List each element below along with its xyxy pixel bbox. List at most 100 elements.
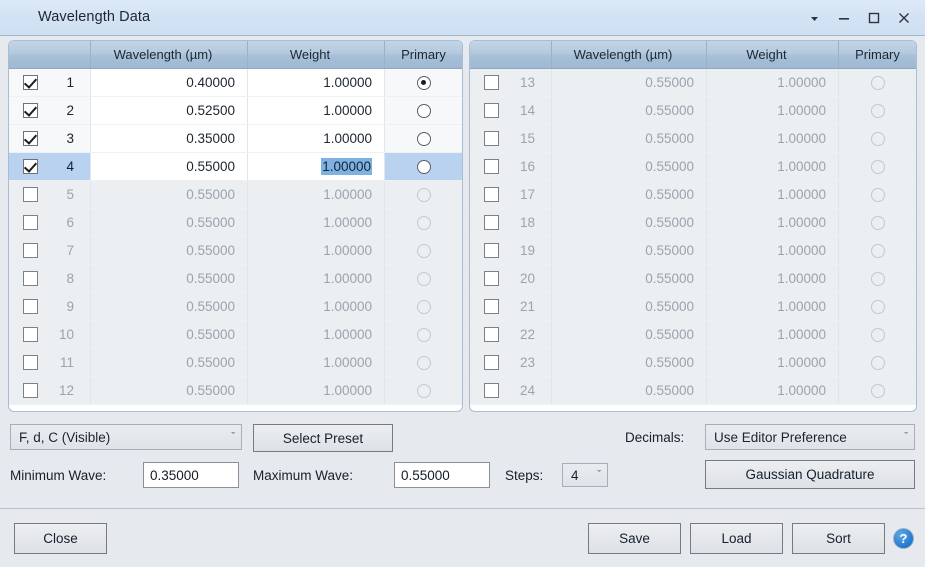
table-row[interactable]: 20 0.55000 1.00000 [470,265,916,293]
row-enable-checkbox[interactable] [23,159,38,174]
table-row[interactable]: 18 0.55000 1.00000 [470,209,916,237]
table-row[interactable]: 12 0.55000 1.00000 [9,377,462,405]
primary-radio[interactable] [870,327,885,342]
row-enable-checkbox[interactable] [23,215,38,230]
weight-cell[interactable]: 1.00000 [248,321,385,348]
wavelength-cell[interactable]: 0.55000 [91,377,248,404]
wavelength-cell[interactable]: 0.55000 [91,349,248,376]
weight-cell[interactable]: 1.00000 [248,97,385,124]
row-enable-checkbox[interactable] [484,131,499,146]
primary-radio[interactable] [870,271,885,286]
table-row[interactable]: 24 0.55000 1.00000 [470,377,916,405]
wavelength-cell[interactable]: 0.55000 [552,293,707,320]
column-header-primary[interactable]: Primary [839,41,916,68]
weight-cell[interactable]: 1.00000 [248,153,385,180]
row-enable-checkbox[interactable] [484,215,499,230]
weight-cell[interactable]: 1.00000 [248,265,385,292]
row-enable-checkbox[interactable] [484,271,499,286]
table-row[interactable]: 3 0.35000 1.00000 [9,125,462,153]
minimize-icon[interactable] [831,6,857,30]
primary-radio[interactable] [416,271,431,286]
row-enable-checkbox[interactable] [484,299,499,314]
steps-select[interactable]: 4 ˇ [562,463,608,487]
primary-radio[interactable] [870,215,885,230]
table-row[interactable]: 5 0.55000 1.00000 [9,181,462,209]
primary-radio[interactable] [416,187,431,202]
weight-cell[interactable]: 1.00000 [248,69,385,96]
wavelength-cell[interactable]: 0.55000 [91,237,248,264]
primary-radio[interactable] [416,355,431,370]
weight-cell[interactable]: 1.00000 [248,209,385,236]
wavelength-cell[interactable]: 0.52500 [91,97,248,124]
weight-cell[interactable]: 1.00000 [248,377,385,404]
wavelength-cell[interactable]: 0.55000 [552,237,707,264]
weight-cell[interactable]: 1.00000 [707,265,839,292]
column-header-index[interactable] [9,41,91,68]
row-enable-checkbox[interactable] [23,271,38,286]
weight-cell[interactable]: 1.00000 [707,209,839,236]
weight-cell[interactable]: 1.00000 [707,125,839,152]
table-row[interactable]: 15 0.55000 1.00000 [470,125,916,153]
wavelength-cell[interactable]: 0.55000 [91,293,248,320]
table-row[interactable]: 4 0.55000 1.00000 [9,153,462,181]
row-enable-checkbox[interactable] [484,383,499,398]
table-row[interactable]: 19 0.55000 1.00000 [470,237,916,265]
wavelength-cell[interactable]: 0.55000 [552,125,707,152]
gaussian-quadrature-button[interactable]: Gaussian Quadrature [705,460,915,489]
row-enable-checkbox[interactable] [23,187,38,202]
weight-cell[interactable]: 1.00000 [707,321,839,348]
weight-cell[interactable]: 1.00000 [707,293,839,320]
weight-cell[interactable]: 1.00000 [707,377,839,404]
row-enable-checkbox[interactable] [484,327,499,342]
column-header-weight[interactable]: Weight [707,41,839,68]
weight-cell[interactable]: 1.00000 [707,153,839,180]
row-enable-checkbox[interactable] [484,355,499,370]
row-enable-checkbox[interactable] [484,103,499,118]
weight-cell[interactable]: 1.00000 [707,237,839,264]
wavelength-cell[interactable]: 0.55000 [91,321,248,348]
table-row[interactable]: 9 0.55000 1.00000 [9,293,462,321]
table-row[interactable]: 2 0.52500 1.00000 [9,97,462,125]
table-row[interactable]: 22 0.55000 1.00000 [470,321,916,349]
primary-radio[interactable] [416,299,431,314]
wavelength-cell[interactable]: 0.55000 [91,181,248,208]
wavelength-cell[interactable]: 0.55000 [552,321,707,348]
primary-radio[interactable] [870,299,885,314]
weight-cell[interactable]: 1.00000 [248,181,385,208]
column-header-index[interactable] [470,41,552,68]
column-header-wavelength[interactable]: Wavelength (µm) [91,41,248,68]
wavelength-cell[interactable]: 0.55000 [552,181,707,208]
wavelength-cell[interactable]: 0.55000 [552,265,707,292]
table-row[interactable]: 10 0.55000 1.00000 [9,321,462,349]
maximize-icon[interactable] [861,6,887,30]
weight-cell[interactable]: 1.00000 [707,181,839,208]
table-row[interactable]: 6 0.55000 1.00000 [9,209,462,237]
wavelength-cell[interactable]: 0.55000 [552,209,707,236]
weight-cell[interactable]: 1.00000 [248,349,385,376]
column-header-primary[interactable]: Primary [385,41,462,68]
table-row[interactable]: 14 0.55000 1.00000 [470,97,916,125]
table-row[interactable]: 7 0.55000 1.00000 [9,237,462,265]
save-button[interactable]: Save [588,523,681,554]
primary-radio[interactable] [416,327,431,342]
close-icon[interactable] [891,6,917,30]
row-enable-checkbox[interactable] [23,75,38,90]
primary-radio[interactable] [870,383,885,398]
primary-radio[interactable] [870,159,885,174]
wavelength-cell[interactable]: 0.55000 [552,377,707,404]
row-enable-checkbox[interactable] [23,299,38,314]
primary-radio[interactable] [416,131,431,146]
row-enable-checkbox[interactable] [23,383,38,398]
table-row[interactable]: 17 0.55000 1.00000 [470,181,916,209]
row-enable-checkbox[interactable] [23,355,38,370]
close-button[interactable]: Close [14,523,107,554]
select-preset-button[interactable]: Select Preset [253,424,393,452]
primary-radio[interactable] [870,187,885,202]
primary-radio[interactable] [416,215,431,230]
sort-button[interactable]: Sort [792,523,885,554]
weight-cell[interactable]: 1.00000 [248,293,385,320]
row-enable-checkbox[interactable] [484,243,499,258]
table-row[interactable]: 1 0.40000 1.00000 [9,69,462,97]
minimum-wave-input[interactable]: 0.35000 [143,462,239,488]
primary-radio[interactable] [416,243,431,258]
